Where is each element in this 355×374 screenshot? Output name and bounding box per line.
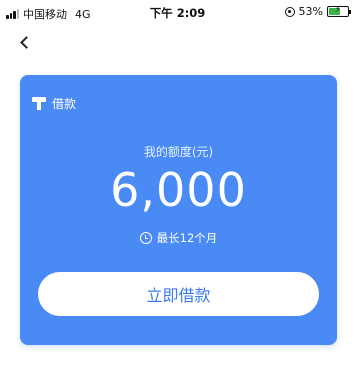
quota-label: 我的额度(元) (143, 145, 214, 159)
borrow-now-button[interactable]: 立即借款 (38, 272, 319, 316)
card-title: 借款 (52, 97, 77, 111)
status-right: 53% ⚡ (284, 5, 351, 18)
clock-icon (139, 232, 152, 244)
term-info: 最长12个月 (20, 230, 337, 246)
orientation-lock-icon (284, 6, 295, 17)
chevron-left-icon (19, 35, 33, 49)
loan-card: 借款 我的额度(元) 6,000 最长12个月 立即借款 (20, 75, 337, 345)
card-header: 借款 (32, 95, 76, 112)
loan-icon (32, 97, 46, 110)
status-bar: 中国移动 4G 下午 2:09 53% ⚡ (0, 0, 355, 24)
term-text: 最长12个月 (156, 231, 218, 245)
battery-percent: 53% (298, 5, 323, 18)
battery-icon: ⚡ (327, 5, 351, 17)
quota-amount: 6,000 (110, 163, 247, 217)
back-button[interactable] (12, 30, 36, 54)
